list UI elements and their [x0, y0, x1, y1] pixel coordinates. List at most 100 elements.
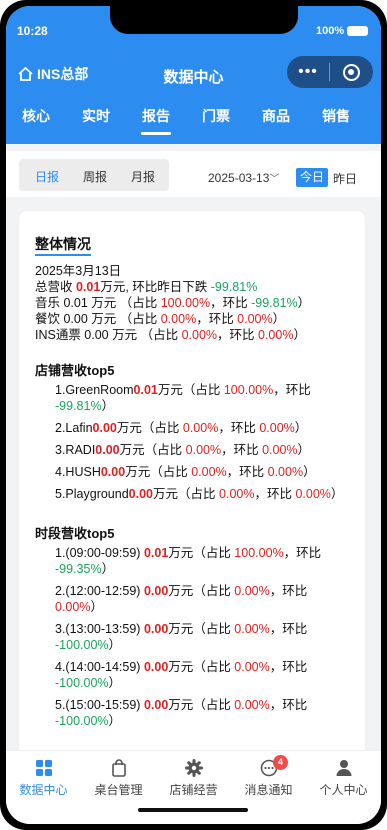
- item-change: -100.00%: [55, 638, 109, 652]
- item-change-label: ，环比: [269, 584, 308, 598]
- item-share-label: （占比: [193, 584, 235, 598]
- item-close: ）: [108, 638, 122, 652]
- nav-messages[interactable]: 4 消息通知: [231, 755, 306, 798]
- item-change: -99.35%: [55, 562, 102, 576]
- item-change-label: ，环比: [221, 443, 263, 457]
- date-picker[interactable]: 2025-03-13﹀: [208, 170, 279, 185]
- music-end: ）: [297, 296, 311, 310]
- tab-report[interactable]: 报告: [131, 106, 181, 126]
- store-item: 2.Lafin0.00万元（占比 0.00%，环比 0.00%）: [35, 420, 357, 436]
- nav-store-operations[interactable]: 店铺经营: [156, 759, 231, 798]
- food-share: 0.00%: [160, 312, 197, 326]
- item-change: 0.00%: [267, 465, 304, 479]
- home-indicator: [138, 808, 248, 812]
- food-label: 餐饮 0.00 万元 （占比: [35, 312, 161, 326]
- yesterday-button[interactable]: 昨日: [333, 170, 357, 187]
- item-name: 4.HUSH: [55, 465, 101, 479]
- food-end: ）: [272, 312, 286, 326]
- item-change-label: ，环比: [218, 421, 260, 435]
- nav-data-center[interactable]: 数据中心: [6, 759, 81, 798]
- item-unit: 万元: [168, 546, 194, 560]
- item-value: 0.00: [143, 660, 169, 674]
- item-name: 4.(14:00-14:59): [55, 660, 144, 674]
- overview-food: 餐饮 0.00 万元 （占比 0.00%，环比 0.00%）: [35, 311, 357, 327]
- item-change: 0.00%: [262, 443, 298, 457]
- item-change-label: ，环比: [254, 487, 296, 501]
- item-name: 2.Lafin: [55, 421, 93, 435]
- time-section-title: 时段营收top5: [35, 526, 115, 541]
- time-slot-item: 1.(09:00-09:59) 0.01万元（占比 100.00%，环比 -99…: [35, 545, 357, 577]
- ins-label: INS通票 0.00 万元 （占比: [35, 328, 182, 342]
- ins-end: ）: [293, 328, 306, 342]
- item-unit: 万元: [119, 443, 145, 457]
- time-list: 1.(09:00-09:59) 0.01万元（占比 100.00%，环比 -99…: [35, 545, 357, 729]
- item-share-label: （占比: [150, 465, 192, 479]
- music-mid: ，环比: [210, 296, 252, 310]
- item-unit: 万元: [116, 421, 142, 435]
- total-change: -99.81%: [210, 280, 258, 294]
- item-share: 0.00%: [234, 584, 270, 598]
- total-value: 0.01: [75, 280, 101, 294]
- nav-label-messages: 消息通知: [244, 783, 293, 797]
- item-unit: 万元: [153, 487, 179, 501]
- item-share: 0.00%: [185, 443, 222, 457]
- item-share-label: （占比: [141, 421, 183, 435]
- item-close: ）: [303, 465, 316, 479]
- total-label: 总营收: [35, 280, 76, 294]
- close-mini-program-button[interactable]: [330, 63, 372, 81]
- item-share: 0.00%: [191, 465, 227, 479]
- item-change-label: ，环比: [269, 622, 308, 636]
- tab-realtime[interactable]: 实时: [71, 106, 121, 126]
- app-screen: 10:28 100% INS总部 数据中心 ••• 核心 实时 报告 门票 商品: [6, 6, 381, 824]
- overview-date: 2025年3月13日: [35, 264, 122, 278]
- item-close: ）: [294, 421, 308, 435]
- item-unit: 万元: [157, 383, 183, 397]
- nav-profile[interactable]: 个人中心: [306, 759, 381, 798]
- store-section-title: 店铺营收top5: [35, 363, 115, 378]
- item-change: 0.00%: [295, 487, 331, 501]
- item-share: 0.00%: [234, 660, 270, 674]
- phone-frame: 10:28 100% INS总部 数据中心 ••• 核心 实时 报告 门票 商品: [0, 0, 387, 830]
- item-change: -100.00%: [55, 714, 109, 728]
- status-battery: 100%: [316, 25, 369, 37]
- item-close: ）: [297, 443, 311, 457]
- item-share: 100.00%: [223, 383, 274, 397]
- item-name: 1.GreenRoom: [55, 383, 134, 397]
- item-share-label: （占比: [144, 443, 186, 457]
- ins-change: 0.00%: [258, 328, 294, 342]
- period-monthly[interactable]: 月报: [131, 168, 155, 185]
- item-close: ）: [101, 399, 115, 413]
- store-item: 5.Playground0.00万元（占比 0.00%，环比 0.00%）: [35, 486, 357, 502]
- report-tabs: 核心 实时 报告 门票 商品 销售: [6, 106, 381, 138]
- nav-table-management[interactable]: 桌台管理: [81, 759, 156, 798]
- shopping-bag-icon: [111, 759, 126, 777]
- item-value: 0.00: [143, 698, 169, 712]
- tab-products[interactable]: 商品: [251, 106, 301, 126]
- tab-sales[interactable]: 销售: [311, 106, 361, 126]
- tab-tickets[interactable]: 门票: [191, 106, 241, 126]
- period-weekly[interactable]: 周报: [83, 168, 107, 185]
- item-share: 0.00%: [219, 487, 255, 501]
- item-unit: 万元: [168, 622, 194, 636]
- item-value: 0.01: [143, 546, 169, 560]
- item-close: ）: [108, 676, 122, 690]
- item-value: 0.00: [95, 443, 120, 457]
- more-menu-icon[interactable]: •••: [287, 63, 329, 81]
- device-notch: [110, 6, 298, 34]
- store-item: 1.GreenRoom0.01万元（占比 100.00%，环比 -99.81%）: [35, 382, 357, 414]
- period-daily[interactable]: 日报: [35, 168, 59, 185]
- item-change: -99.81%: [55, 399, 102, 413]
- item-value: 0.00: [128, 487, 154, 501]
- message-badge: 4: [273, 755, 288, 770]
- item-value: 0.00: [92, 421, 117, 435]
- food-change: 0.00%: [237, 312, 273, 326]
- music-share: 100.00%: [160, 296, 211, 310]
- item-value: 0.00: [143, 622, 169, 636]
- time-slot-item: 4.(14:00-14:59) 0.00万元（占比 0.00%，环比 -100.…: [35, 659, 357, 691]
- date-value: 2025-03-13: [208, 171, 270, 185]
- item-share: 0.00%: [234, 698, 270, 712]
- item-unit: 万元: [125, 465, 151, 479]
- tab-core[interactable]: 核心: [11, 106, 61, 126]
- mini-program-capsule: •••: [287, 56, 373, 88]
- today-button[interactable]: 今日: [296, 168, 328, 187]
